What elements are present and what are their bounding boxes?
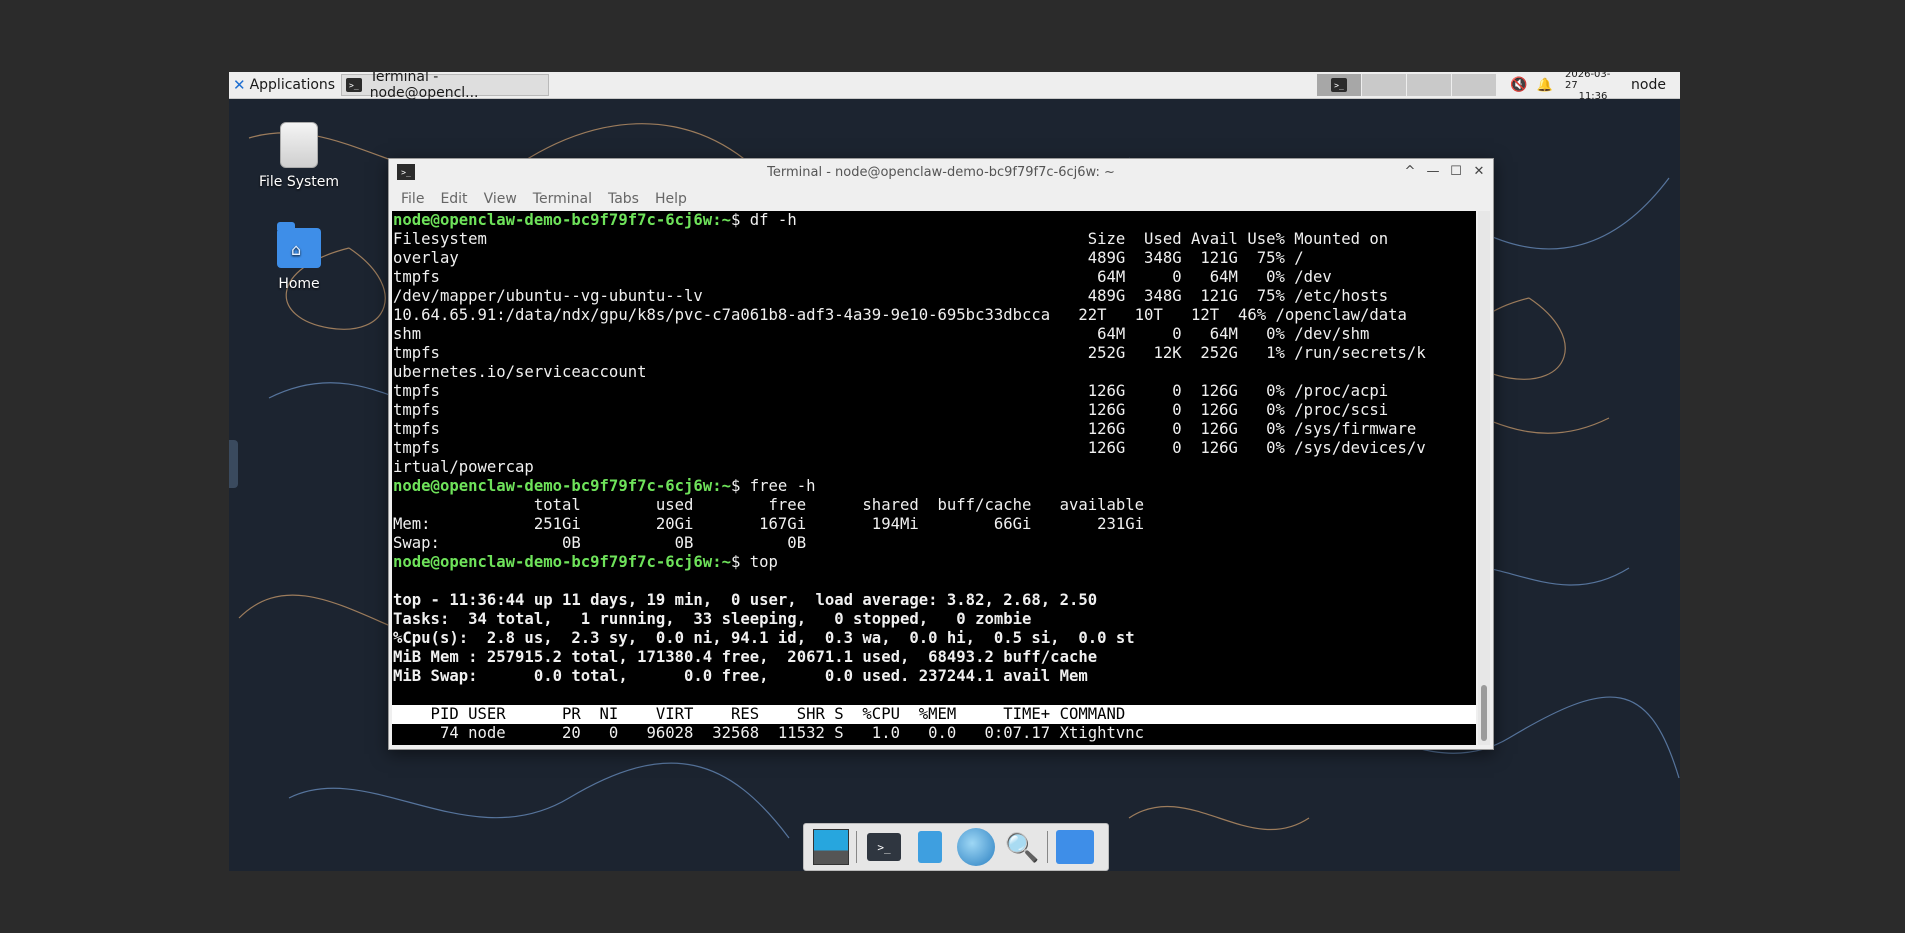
terminal-scrollbar[interactable] [1478,211,1490,745]
taskbar-terminal-label: Terminal - node@opencl... [369,72,479,101]
top-table-header: PID USER PR NI VIRT RES SHR S %CPU %MEM … [392,705,1476,724]
menu-tabs[interactable]: Tabs [608,191,639,207]
side-panel-handle[interactable] [229,440,238,488]
df-line: tmpfs 126G 0 126G 0% /sys/devices/v [393,439,1426,457]
maximize-button[interactable]: ☐ [1447,163,1465,181]
desktop-icon-file-system[interactable]: File System [249,122,349,190]
applications-menu-button[interactable]: ✕ Applications [231,74,343,96]
terminal-window: >_ Terminal - node@openclaw-demo-bc9f79f… [388,158,1494,750]
minimize-button[interactable]: — [1424,163,1442,181]
desktop-icon-label: File System [258,174,340,190]
df-line: tmpfs 64M 0 64M 0% /dev [393,268,1332,286]
xfce-logo-icon: ✕ [233,76,246,94]
notification-bell-icon[interactable]: 🔔 [1535,74,1555,96]
df-line: tmpfs 126G 0 126G 0% /proc/scsi [393,401,1389,419]
workspace-4-button[interactable] [1451,74,1496,96]
df-line: shm 64M 0 64M 0% /dev/shm [393,325,1370,343]
web-browser-icon[interactable] [957,827,995,867]
terminal-launcher-icon[interactable]: >_ [865,827,903,867]
top-panel: ✕ Applications >_ Terminal - node@opencl… [229,72,1680,102]
df-line: overlay 489G 348G 121G 75% / [393,249,1304,267]
menu-bar: File Edit View Terminal Tabs Help [389,187,1493,211]
prompt-line: node@openclaw-demo-bc9f79f7c-6cj6w:~$ to… [393,553,778,571]
menu-help[interactable]: Help [655,191,687,207]
terminal-screen[interactable]: node@openclaw-demo-bc9f79f7c-6cj6w:~$ df… [392,211,1476,745]
close-button[interactable]: ✕ [1470,163,1488,181]
shade-button[interactable]: ^ [1401,163,1419,181]
free-line: Swap: 0B 0B 0B [393,534,807,552]
terminal-icon: >_ [346,78,362,92]
clock-date: 2026-03-27 [1565,72,1611,91]
top-process-row: 74 node 20 0 96028 32568 11532 S 1.0 0.0… [393,724,1145,742]
df-line: irtual/powercap [393,458,534,476]
dock-separator [856,831,857,863]
top-line: MiB Mem : 257915.2 total, 171380.4 free,… [393,648,1098,666]
menu-edit[interactable]: Edit [440,191,467,207]
workspace-3-button[interactable] [1406,74,1451,96]
workspace-1-button[interactable]: >_ [1316,74,1361,96]
df-line: tmpfs 126G 0 126G 0% /sys/firmware [393,420,1417,438]
scrollbar-thumb[interactable] [1481,685,1487,741]
desktop: ✕ Applications >_ Terminal - node@opencl… [229,72,1680,871]
user-menu[interactable]: node [1631,74,1680,96]
clock[interactable]: 2026-03-27 11:36 [1565,72,1621,102]
clock-time: 11:36 [1578,90,1608,102]
dock-separator [1047,831,1048,863]
top-line: MiB Swap: 0.0 total, 0.0 free, 0.0 used.… [393,667,1088,685]
home-folder-icon: ⌂ [277,222,321,268]
folder-icon[interactable] [1056,827,1094,867]
prompt-line: node@openclaw-demo-bc9f79f7c-6cj6w:~$ fr… [393,477,816,495]
applications-label: Applications [249,77,336,93]
workspace-2-button[interactable] [1361,74,1406,96]
window-title: Terminal - node@openclaw-demo-bc9f79f7c-… [767,165,1115,180]
df-line: /dev/mapper/ubuntu--vg-ubuntu--lv 489G 3… [393,287,1389,305]
top-line: %Cpu(s): 2.8 us, 2.3 sy, 0.0 ni, 94.1 id… [393,629,1135,647]
free-line: Mem: 251Gi 20Gi 167Gi 194Mi 66Gi 231Gi [393,515,1145,533]
prompt-line: node@openclaw-demo-bc9f79f7c-6cj6w:~$ df… [393,211,797,229]
df-line: 10.64.65.91:/data/ndx/gpu/k8s/pvc-c7a061… [393,306,1407,324]
app-finder-icon[interactable]: 🔍 [1003,827,1041,867]
menu-file[interactable]: File [401,191,424,207]
file-manager-icon[interactable] [911,827,949,867]
free-line: total used free shared buff/cache availa… [393,496,1145,514]
terminal-icon: >_ [1331,78,1347,92]
top-line: top - 11:36:44 up 11 days, 19 min, 0 use… [393,591,1098,609]
df-line: tmpfs 126G 0 126G 0% /proc/acpi [393,382,1389,400]
drive-icon [280,122,318,168]
top-line [392,572,1476,591]
volume-muted-icon[interactable]: 🔇 [1509,74,1529,96]
menu-terminal[interactable]: Terminal [533,191,592,207]
df-line: Filesystem Size Used Avail Use% Mounted … [393,230,1389,248]
df-line: ubernetes.io/serviceaccount [393,363,647,381]
top-line: Tasks: 34 total, 1 running, 33 sleeping,… [393,610,1032,628]
desktop-icon-home[interactable]: ⌂ Home [249,222,349,292]
dock: >_ 🔍 [803,823,1109,871]
desktop-icon-label: Home [278,276,320,292]
df-line: tmpfs 252G 12K 252G 1% /run/secrets/k [393,344,1426,362]
show-desktop-icon[interactable] [812,827,850,867]
window-titlebar[interactable]: >_ Terminal - node@openclaw-demo-bc9f79f… [389,159,1493,187]
top-line [392,686,1476,705]
menu-view[interactable]: View [484,191,517,207]
taskbar-terminal-button[interactable]: >_ Terminal - node@opencl... [341,72,549,101]
